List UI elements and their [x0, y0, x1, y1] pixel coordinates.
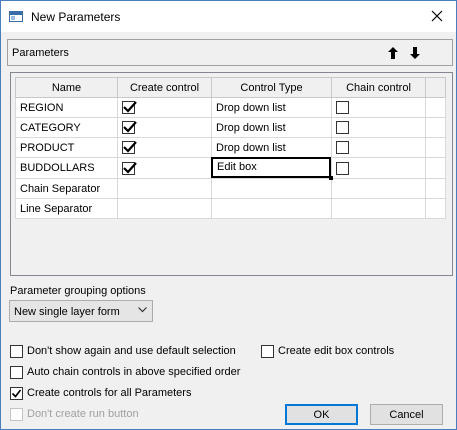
title-bar: New Parameters [1, 1, 456, 32]
param-name-cell[interactable]: Line Separator [15, 198, 118, 219]
create-control-cell[interactable] [117, 117, 212, 138]
filler-cell [425, 178, 446, 199]
control-type-cell[interactable]: Drop down list [211, 97, 332, 118]
checkmark-icon [11, 389, 22, 398]
parameters-grid-panel: Name Create control Control Type Chain c… [10, 72, 453, 276]
ok-button[interactable]: OK [285, 404, 358, 425]
new-parameters-dialog: New Parameters Parameters Name Create co… [0, 0, 457, 430]
param-name-cell[interactable]: REGION [15, 97, 118, 118]
checkmark-icon [123, 161, 137, 174]
grid-header-row: Name Create control Control Type Chain c… [15, 77, 446, 98]
create-edit-box-option[interactable]: Create edit box controls [261, 343, 394, 359]
chain-control-checkbox[interactable] [336, 161, 349, 175]
column-header-create-control[interactable]: Create control [117, 77, 212, 98]
chain-control-cell[interactable] [331, 157, 426, 179]
create-control-checkbox[interactable] [122, 141, 137, 154]
grouping-select-value: New single layer form [14, 306, 120, 318]
create-control-checkbox[interactable] [122, 121, 137, 134]
chain-control-checkbox[interactable] [336, 141, 349, 154]
filler-cell [425, 137, 446, 158]
grouping-select[interactable]: New single layer form [9, 300, 153, 322]
close-icon [431, 10, 443, 22]
chain-control-cell[interactable] [331, 97, 426, 118]
dont-show-again-option[interactable]: Don't show again and use default selecti… [10, 343, 236, 359]
table-row[interactable]: REGION Drop down list [15, 97, 446, 118]
move-up-button[interactable] [385, 44, 401, 62]
create-edit-box-label[interactable]: Create edit box controls [278, 345, 394, 357]
control-type-editor[interactable]: Edit box [211, 157, 333, 180]
table-row[interactable]: CATEGORY Drop down list [15, 117, 446, 138]
chain-control-cell [331, 178, 426, 199]
control-type-cell[interactable]: Drop down list [211, 117, 332, 138]
param-name-cell[interactable]: CATEGORY [15, 117, 118, 138]
column-header-chain-control[interactable]: Chain control [331, 77, 426, 98]
filler-cell [425, 117, 446, 138]
close-button[interactable] [424, 4, 450, 28]
filler-cell [425, 198, 446, 219]
filler-cell [425, 157, 446, 179]
window-title: New Parameters [31, 10, 121, 24]
table-row[interactable]: Chain Separator [15, 178, 446, 199]
create-edit-box-checkbox[interactable] [261, 344, 274, 358]
parameters-grid: Name Create control Control Type Chain c… [15, 77, 446, 219]
checkmark-icon [123, 121, 137, 133]
chain-control-checkbox[interactable] [336, 101, 349, 114]
grouping-label: Parameter grouping options [10, 285, 146, 297]
create-control-checkbox[interactable] [122, 161, 137, 175]
create-control-checkbox[interactable] [122, 101, 137, 114]
control-type-cell[interactable]: Drop down list [211, 137, 332, 158]
control-type-cell [211, 198, 332, 219]
table-row[interactable]: PRODUCT Drop down list [15, 137, 446, 158]
auto-chain-checkbox[interactable] [10, 365, 23, 379]
cancel-button[interactable]: Cancel [370, 404, 443, 425]
dont-create-run-label: Don't create run button [27, 408, 139, 420]
table-row[interactable]: Line Separator [15, 198, 446, 219]
dont-show-again-label[interactable]: Don't show again and use default selecti… [27, 345, 236, 357]
param-name-cell[interactable]: BUDDOLLARS [15, 157, 118, 179]
dont-create-run-checkbox [10, 407, 23, 421]
param-name-cell[interactable]: PRODUCT [15, 137, 118, 158]
move-down-button[interactable] [407, 44, 423, 62]
create-control-cell[interactable] [117, 97, 212, 118]
control-type-cell[interactable]: Edit box [211, 157, 333, 180]
create-all-label[interactable]: Create controls for all Parameters [27, 387, 191, 399]
chain-control-cell [331, 198, 426, 219]
column-header-filler [425, 77, 446, 98]
dont-create-run-option: Don't create run button [10, 406, 139, 422]
table-row[interactable]: BUDDOLLARS Edit box [15, 157, 446, 180]
control-type-cell [211, 178, 332, 199]
column-header-name[interactable]: Name [15, 77, 118, 98]
auto-chain-option[interactable]: Auto chain controls in above specified o… [10, 364, 240, 380]
checkmark-icon [123, 141, 137, 153]
chain-control-cell[interactable] [331, 117, 426, 138]
window-icon [9, 11, 23, 22]
create-control-cell[interactable] [117, 137, 212, 158]
column-header-control-type[interactable]: Control Type [211, 77, 332, 98]
create-all-option[interactable]: Create controls for all Parameters [10, 385, 191, 401]
dont-show-again-checkbox[interactable] [10, 344, 23, 358]
create-all-checkbox[interactable] [10, 386, 23, 400]
param-name-cell[interactable]: Chain Separator [15, 178, 118, 199]
chain-control-cell[interactable] [331, 137, 426, 158]
filler-cell [425, 97, 446, 118]
parameters-title: Parameters [12, 47, 69, 59]
create-control-cell [117, 198, 212, 219]
create-control-cell[interactable] [117, 157, 212, 179]
create-control-cell [117, 178, 212, 199]
chevron-down-icon [138, 307, 147, 313]
arrow-up-icon [388, 47, 398, 59]
parameters-header: Parameters [7, 39, 453, 66]
arrow-down-icon [410, 47, 420, 59]
checkmark-icon [123, 101, 137, 113]
auto-chain-label[interactable]: Auto chain controls in above specified o… [27, 366, 240, 378]
chain-control-checkbox[interactable] [336, 121, 349, 134]
